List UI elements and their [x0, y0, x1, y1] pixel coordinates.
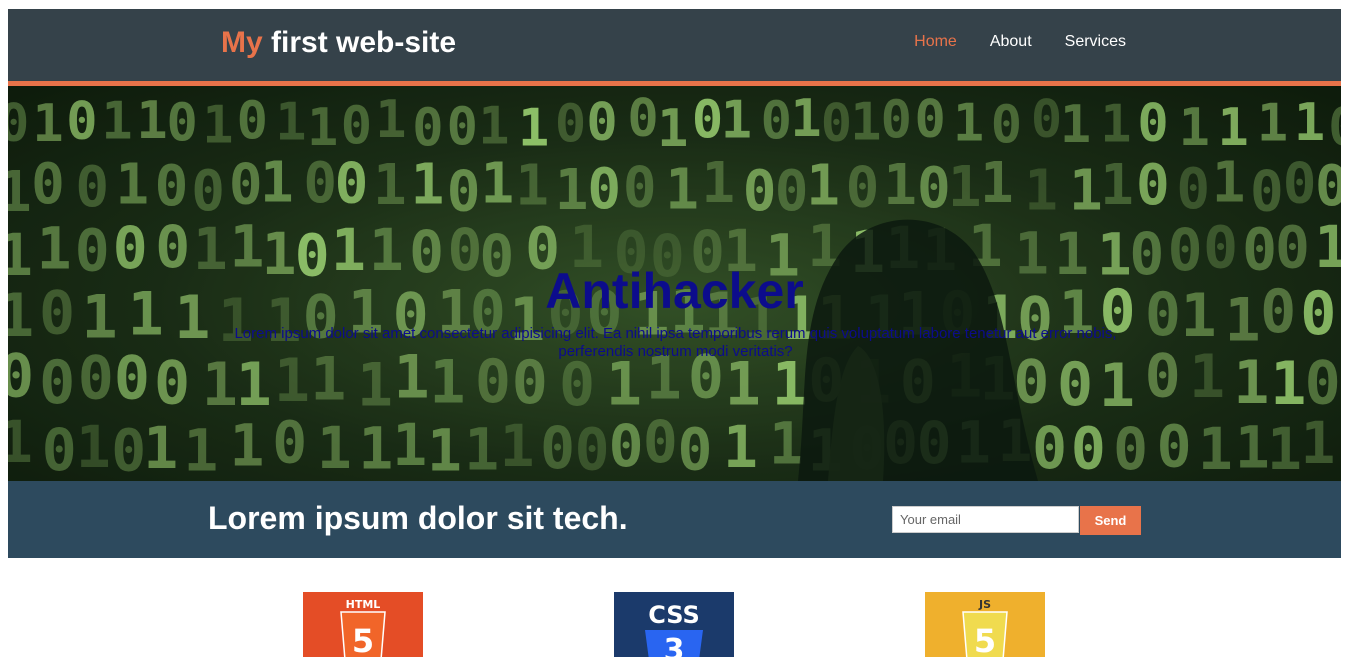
js-label: JS — [978, 598, 991, 611]
nav-link-home[interactable]: Home — [914, 33, 957, 51]
nav-link-about[interactable]: About — [990, 33, 1032, 51]
site-logo[interactable]: My first web-site — [221, 26, 456, 60]
main-nav: Home About Services — [914, 33, 1126, 51]
css3-label: CSS — [648, 601, 700, 629]
hero-title: Antihacker — [545, 262, 804, 319]
js-number: 5 — [974, 622, 996, 657]
hero-section: 0101101011010011000101010100100110111101… — [8, 86, 1341, 481]
newsletter-section: Lorem ipsum dolor sit tech. Send — [8, 481, 1341, 558]
page: My first web-site Home About Services 01… — [0, 0, 1345, 657]
newsletter-heading: Lorem ipsum dolor sit tech. — [208, 500, 628, 536]
send-button[interactable]: Send — [1080, 506, 1141, 535]
js-logo: 5 JS — [925, 592, 1045, 657]
nav-link-services[interactable]: Services — [1065, 33, 1126, 51]
logo-text: first web-site — [262, 26, 457, 59]
css3-number: 3 — [664, 633, 685, 657]
html5-label: HTML — [345, 598, 381, 611]
css3-logo: 3 CSS — [614, 592, 734, 657]
email-input[interactable] — [892, 506, 1079, 533]
site-header: My first web-site Home About Services — [8, 9, 1341, 86]
html5-logo: 5 HTML — [303, 592, 423, 657]
html5-number: 5 — [352, 622, 374, 657]
logo-accent: My — [221, 26, 263, 59]
hero-description: Lorem ipsum dolor sit amet consectetur a… — [234, 325, 1117, 360]
